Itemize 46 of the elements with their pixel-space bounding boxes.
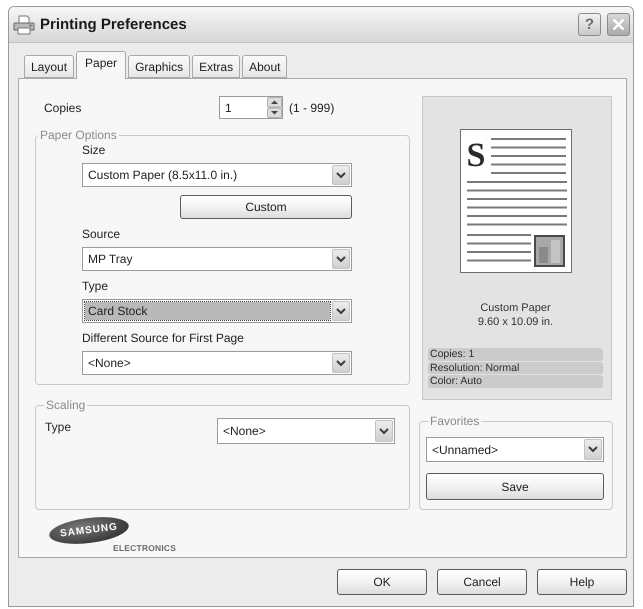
chevron-down-icon <box>584 439 602 460</box>
chevron-down-icon <box>332 301 350 321</box>
tab[interactable]: About <box>242 55 288 78</box>
range-hint: (1 - 999) <box>289 100 336 114</box>
field-label: Copies <box>43 100 82 114</box>
tab[interactable]: Extras <box>192 55 240 78</box>
chevron-down-icon <box>332 353 350 373</box>
field-label: Type <box>45 420 72 434</box>
paper-dimensions: 9.60 x 10.09 in. <box>478 315 554 329</box>
window-title: Printing Preferences <box>40 16 188 33</box>
spinner-arrows-icon <box>267 97 282 118</box>
printer-icon <box>13 14 35 34</box>
tab[interactable]: Layout <box>24 55 74 78</box>
close-button[interactable] <box>607 13 630 36</box>
dialog-button[interactable]: OK <box>337 569 427 595</box>
drop-cap-letter: S <box>466 139 486 173</box>
dropdown-field[interactable]: Card Stock <box>82 299 352 323</box>
setting-summary: Resolution: Normal <box>428 362 603 375</box>
field-label: Type <box>82 279 110 293</box>
dropdown-field[interactable]: <Unnamed> <box>426 437 604 462</box>
help-button[interactable]: ? <box>578 13 601 36</box>
close-icon <box>612 18 625 31</box>
paper-name: Custom Paper <box>480 301 551 315</box>
dialog-button[interactable]: Help <box>537 569 627 595</box>
chevron-down-icon <box>332 249 350 269</box>
custom-button[interactable]: Custom <box>180 195 352 219</box>
group-title: Paper Options <box>39 128 118 142</box>
group-title: Scaling <box>45 398 86 412</box>
tab[interactable]: Graphics <box>128 55 190 78</box>
dropdown-field[interactable]: Custom Paper (8.5x11.0 in.) <box>82 163 352 187</box>
dialog-button[interactable]: Cancel <box>437 569 527 595</box>
chevron-down-icon <box>332 165 350 185</box>
field-label: Source <box>82 227 122 241</box>
setting-summary: Color: Auto <box>428 375 603 388</box>
dropdown-field[interactable]: <None> <box>217 418 395 444</box>
group-title: Favorites <box>429 414 480 428</box>
chevron-down-icon <box>375 420 393 442</box>
copies-field[interactable]: 1 <box>219 96 283 119</box>
tab[interactable]: Paper <box>76 51 126 79</box>
image-thumbnail-icon <box>534 235 564 267</box>
field-label: Size <box>82 143 106 157</box>
setting-summary: Copies: 1 <box>428 348 603 362</box>
field-label: Different Source for First Page <box>82 331 245 345</box>
dropdown-field[interactable]: <None> <box>82 351 352 375</box>
dropdown-field[interactable]: MP Tray <box>82 247 352 271</box>
save-button[interactable]: Save <box>426 473 604 500</box>
